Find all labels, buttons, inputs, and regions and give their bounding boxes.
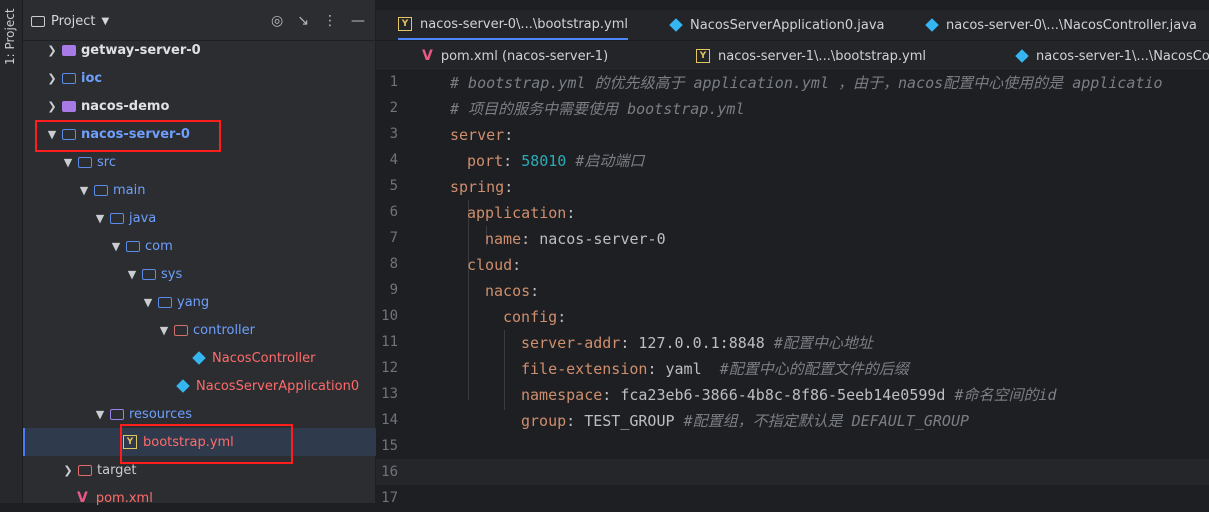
code-line-11: server-addr: 127.0.0.1:8848 #配置中心地址 [521,334,873,352]
code-line-9: nacos: [485,282,540,300]
chevron-right-icon[interactable]: ❯ [45,100,59,113]
line-number: 13 [381,386,398,402]
line-number: 14 [381,412,398,428]
line-number: 10 [381,308,398,324]
module-folder-icon [62,100,76,112]
maven-icon: V [422,48,433,64]
folder-icon [174,324,188,336]
java-class-icon [669,18,683,32]
maven-icon: V [77,490,88,506]
project-view-selector[interactable]: Project ▼ [31,14,109,29]
line-number: 3 [389,126,398,142]
code-line-10: config: [503,308,567,326]
highlight-box-module [35,120,221,152]
hide-icon[interactable]: — [351,13,365,29]
java-class-icon [925,18,939,32]
line-number: 4 [389,152,398,168]
line-number: 15 [381,438,398,454]
tab-pom-xml-server-1[interactable]: V pom.xml (nacos-server-1) [422,41,608,71]
chevron-down-icon[interactable]: ▼ [93,408,107,421]
code-line-7: name: nacos-server-0 [485,230,666,248]
module-folder-icon [62,72,76,84]
module-folder-icon [62,44,76,56]
chevron-down-icon[interactable]: ▼ [109,240,123,253]
code-line-1: # bootstrap.yml 的优先级高于 application.yml ，… [450,74,1163,92]
line-number: 6 [389,204,398,220]
project-header: Project ▼ ◎ ↘ ⋮ — [23,0,375,41]
collapse-all-icon[interactable]: ↘ [297,13,309,29]
folder-icon [94,184,108,196]
java-class-icon [192,351,206,365]
line-number: 17 [381,490,398,506]
folder-icon [110,212,124,224]
folder-icon [31,16,45,27]
editor-tabs-row-1: Y nacos-server-0\...\bootstrap.yml Nacos… [376,10,1209,41]
tree-item-pom-xml[interactable]: V pom.xml [23,484,429,512]
chevron-right-icon[interactable]: ❯ [45,44,59,57]
editor-panel: Y nacos-server-0\...\bootstrap.yml Nacos… [376,0,1209,506]
code-line-3: server: [450,126,514,144]
folder-icon [126,240,140,252]
tree-item-nacos-demo[interactable]: ❯ nacos-demo [23,92,397,120]
yml-file-icon: Y [696,49,710,63]
code-line-14: group: TEST_GROUP #配置组，不指定默认是 DEFAULT_GR… [521,412,970,430]
line-number: 11 [381,334,398,350]
project-tool-label: 1: Project [3,8,17,65]
project-toolbar: ◎ ↘ ⋮ — [271,13,365,29]
tree-item-ioc[interactable]: ❯ ioc [23,64,397,92]
code-line-12: file-extension: yaml #配置中心的配置文件的后缀 [521,360,909,378]
code-line-8: cloud: [467,256,522,274]
excluded-folder-icon [78,464,92,476]
code-line-13: namespace: fca23eb6-3866-4b8c-8f86-5eeb1… [521,386,1057,404]
folder-icon [142,268,156,280]
chevron-right-icon[interactable]: ❯ [45,72,59,85]
tab-nacosserverapplication0[interactable]: NacosServerApplication0.java [669,10,884,40]
tree-item-main[interactable]: ▼ main [23,176,429,204]
yml-file-icon: Y [398,17,412,31]
source-folder-icon [78,156,92,168]
chevron-down-icon[interactable]: ▼ [141,296,155,309]
line-number: 5 [389,178,398,194]
line-number: 16 [381,464,398,480]
line-number: 12 [381,360,398,376]
line-number: 7 [389,230,398,246]
tree-item-src[interactable]: ▼ src [23,148,413,176]
chevron-right-icon[interactable]: ❯ [61,464,75,477]
code-line-4: port: 58010 #启动端口 [467,152,645,170]
tab-bootstrap-yml-server-1[interactable]: Y nacos-server-1\...\bootstrap.yml [696,41,926,71]
chevron-down-icon: ▼ [101,16,110,27]
tool-window-strip: 1: Project [0,0,23,503]
tab-bootstrap-yml-server-0[interactable]: Y nacos-server-0\...\bootstrap.yml [398,10,628,40]
spring-boot-app-icon [176,379,190,393]
more-options-icon[interactable]: ⋮ [323,13,337,29]
folder-icon [158,296,172,308]
resources-folder-icon [110,408,124,420]
line-number: 2 [389,100,398,116]
tree-item-getway-server-0[interactable]: ❯ getway-server-0 [23,36,397,64]
line-number: 9 [389,282,398,298]
highlight-box-file [120,424,293,464]
tab-nacoscontroller-server-1[interactable]: nacos-server-1\...\NacosCont [1015,41,1209,71]
code-area[interactable]: # bootstrap.yml 的优先级高于 application.yml ，… [450,70,1209,503]
project-title: Project [51,14,96,29]
chevron-down-icon[interactable]: ▼ [157,324,171,337]
project-tool-button[interactable]: 1: Project [3,8,17,88]
chevron-down-icon[interactable]: ▼ [77,184,91,197]
project-panel: Project ▼ ◎ ↘ ⋮ — ❯ getway-server-0 ❯ io… [23,0,473,506]
tab-nacoscontroller-server-0[interactable]: nacos-server-0\...\NacosController.java [925,10,1197,40]
chevron-down-icon[interactable]: ▼ [125,268,139,281]
code-line-2: # 项目的服务中需要使用 bootstrap.yml [450,100,745,118]
code-line-5: spring: [450,178,514,196]
line-number: 1 [389,74,398,90]
chevron-down-icon[interactable]: ▼ [61,156,75,169]
chevron-down-icon[interactable]: ▼ [93,212,107,225]
line-number: 8 [389,256,398,272]
java-class-icon [1015,49,1029,63]
editor-tabs-row-2: V pom.xml (nacos-server-1) Y nacos-serve… [376,41,1209,71]
line-number-gutter: 1 2 3 4 5 6 7 8 9 10 11 12 13 14 15 16 1… [376,70,446,506]
locate-icon[interactable]: ◎ [271,13,283,29]
code-line-6: application: [467,204,576,222]
